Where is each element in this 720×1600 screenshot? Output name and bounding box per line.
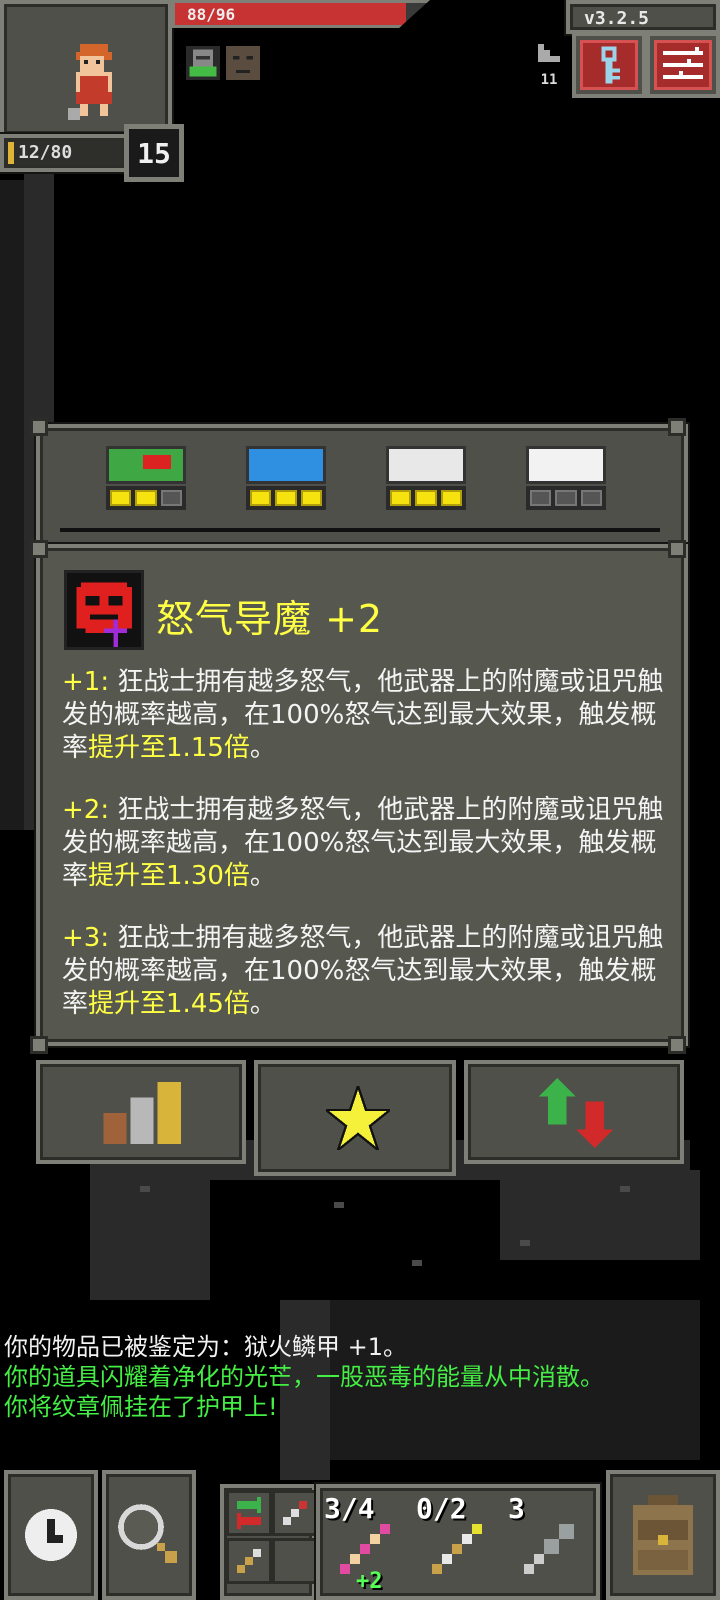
panel-corner bbox=[668, 540, 686, 558]
star-icon bbox=[326, 1086, 390, 1150]
backpack-icon bbox=[633, 1495, 693, 1575]
dart-icon bbox=[283, 1501, 307, 1525]
experience-text: 12/80 bbox=[18, 142, 73, 163]
panel-corner bbox=[30, 1036, 48, 1054]
talent-identify-icon bbox=[386, 446, 466, 484]
talent-info-card: 怒气导魔 +2 +1: 狂战士拥有越多怒气，他武器上的附魔或诅咒触发的概率越高，… bbox=[36, 544, 688, 1046]
quickslot[interactable]: 3/4 +2 bbox=[320, 1490, 406, 1598]
experience-fill bbox=[8, 142, 14, 164]
talent-slot[interactable] bbox=[380, 446, 472, 516]
tier-level: +2: bbox=[62, 795, 110, 825]
talent-tier-description: +2: 狂战士拥有越多怒气，他武器上的附魔或诅咒触发的概率越高，在100%怒气达… bbox=[62, 794, 672, 893]
game-log: 你的物品已被鉴定为：狱火鳞甲 +1。 你的道具闪耀着净化的光芒，一股恶毒的能量从… bbox=[4, 1332, 624, 1422]
health-text: 88/96 bbox=[187, 5, 236, 24]
mini-quickslot[interactable] bbox=[272, 1490, 318, 1536]
talent-slot[interactable] bbox=[520, 446, 612, 516]
buff-face-icon[interactable] bbox=[226, 46, 260, 80]
talent-shield-icon bbox=[526, 446, 606, 484]
panel-corner bbox=[30, 418, 48, 436]
tier-end: 。 bbox=[249, 861, 276, 891]
stairs-icon bbox=[538, 44, 560, 62]
version-text: v3.2.5 bbox=[584, 8, 650, 29]
talent-mind-icon bbox=[246, 446, 326, 484]
talent-health-icon bbox=[106, 446, 186, 484]
dungeon-depth-indicator: 11 bbox=[534, 44, 564, 88]
upgrade-level: +2 bbox=[356, 1569, 383, 1594]
charge-count: 0/2 bbox=[416, 1492, 467, 1525]
tier-level: +3: bbox=[62, 923, 110, 953]
health-bar: 88/96 bbox=[172, 0, 430, 28]
panel-corner bbox=[668, 418, 686, 436]
version-label-box: v3.2.5 bbox=[566, 0, 720, 34]
quickslot[interactable]: 0/2 bbox=[412, 1490, 498, 1598]
tier-highlight: 提升至1.45倍 bbox=[88, 989, 250, 1019]
hero-portrait-button[interactable] bbox=[0, 0, 172, 138]
swap-arrows-icon bbox=[237, 1497, 261, 1529]
tier-highlight: 提升至1.15倍 bbox=[88, 733, 250, 763]
log-line: 你将纹章佩挂在了护甲上! bbox=[4, 1393, 278, 1421]
log-line: 你的物品已被鉴定为：狱火鳞甲 +1。 bbox=[4, 1333, 408, 1361]
stats-bars-icon bbox=[103, 1082, 181, 1144]
talent-slot[interactable] bbox=[240, 446, 332, 516]
rage-mask-icon bbox=[64, 570, 144, 650]
item-quantity: 3 bbox=[508, 1492, 525, 1525]
charge-count: 3/4 bbox=[324, 1492, 375, 1525]
backpack-button[interactable] bbox=[606, 1470, 720, 1600]
log-line: 你的道具闪耀着净化的光芒，一股恶毒的能量从中消散。 bbox=[4, 1363, 604, 1391]
experience-bar: 12/80 bbox=[0, 134, 130, 172]
mini-quickslot[interactable] bbox=[226, 1538, 272, 1584]
panel-corner bbox=[668, 1036, 686, 1054]
talent-tier-description: +1: 狂战士拥有越多怒气，他武器上的附魔或诅咒触发的概率越高，在100%怒气达… bbox=[62, 666, 672, 765]
swap-quickslots-button[interactable] bbox=[226, 1490, 272, 1536]
clock-icon bbox=[25, 1509, 77, 1561]
depth-number: 11 bbox=[540, 72, 558, 88]
tier-end: 。 bbox=[249, 733, 276, 763]
key-icon bbox=[601, 46, 620, 84]
talent-slot[interactable] bbox=[100, 446, 192, 516]
talent-tier-description: +3: 狂战士拥有越多怒气，他武器上的附魔或诅咒触发的概率越高，在100%怒气达… bbox=[62, 922, 672, 1021]
talent-title: 怒气导魔 +2 bbox=[156, 597, 384, 641]
hero-level-badge: 15 bbox=[124, 124, 184, 182]
up-down-arrows-icon bbox=[538, 1078, 614, 1148]
quickslot[interactable]: 3 bbox=[504, 1490, 590, 1598]
wait-button[interactable] bbox=[4, 1470, 98, 1600]
divider bbox=[60, 528, 660, 532]
stick-icon bbox=[237, 1549, 261, 1573]
tier-end: 。 bbox=[249, 989, 276, 1019]
buff-helmet-icon[interactable] bbox=[186, 46, 220, 80]
tab-talents[interactable] bbox=[254, 1060, 456, 1176]
tab-stats[interactable] bbox=[36, 1060, 246, 1164]
tier-highlight: 提升至1.30倍 bbox=[88, 861, 250, 891]
mini-quickslot[interactable] bbox=[272, 1538, 318, 1584]
tab-buffs[interactable] bbox=[464, 1060, 684, 1164]
panel-corner bbox=[30, 540, 48, 558]
tier-level: +1: bbox=[62, 667, 110, 697]
magnifier-icon bbox=[118, 1504, 177, 1563]
menu-button[interactable] bbox=[646, 32, 720, 98]
hero-avatar-icon bbox=[68, 44, 112, 120]
journal-key-button[interactable] bbox=[572, 32, 646, 98]
search-button[interactable] bbox=[102, 1470, 196, 1600]
menu-icon bbox=[663, 47, 703, 79]
